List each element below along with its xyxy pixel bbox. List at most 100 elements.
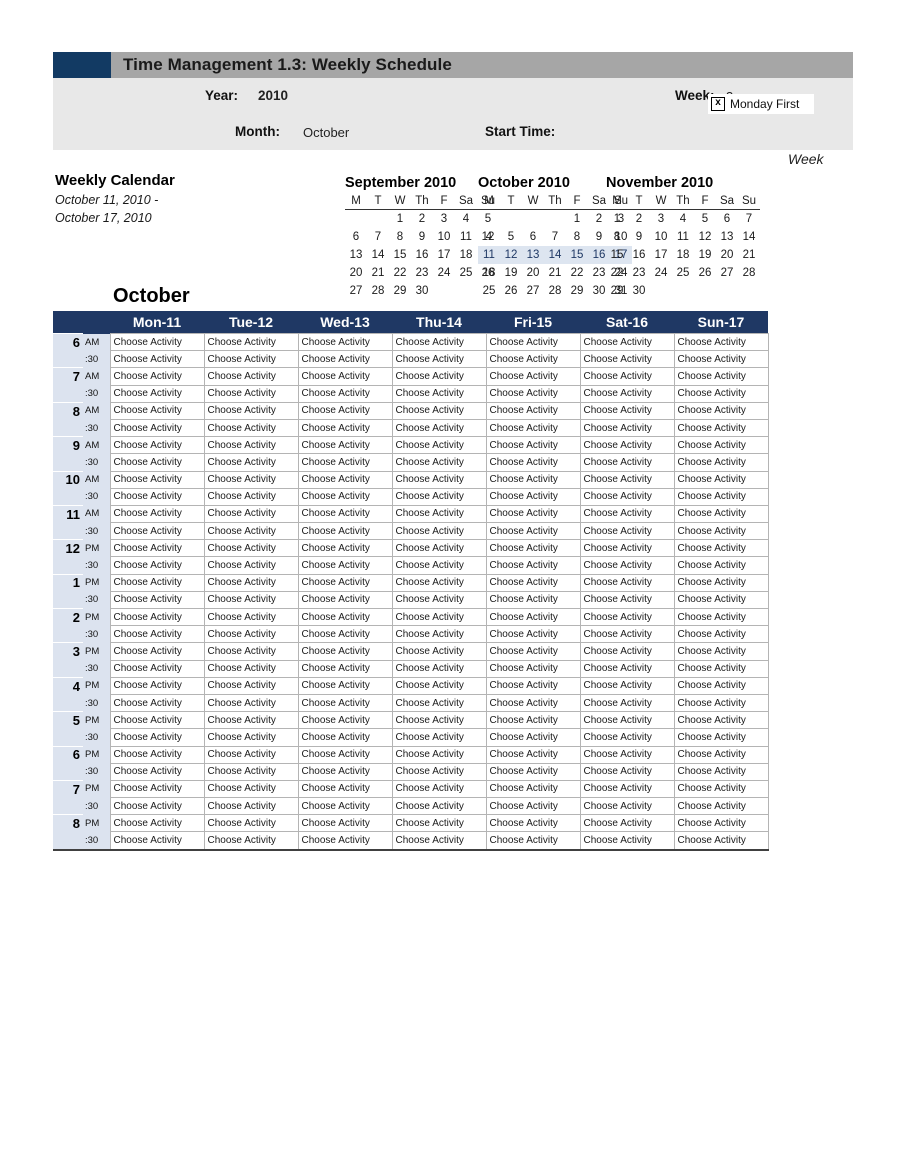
activity-cell[interactable]: Choose Activity xyxy=(485,779,581,799)
activity-cell[interactable]: Choose Activity xyxy=(579,711,675,730)
activity-cell[interactable]: Choose Activity xyxy=(673,556,769,575)
activity-cell[interactable]: Choose Activity xyxy=(203,607,299,627)
mini-calendar-day[interactable]: 16 xyxy=(628,246,650,264)
mini-calendar-day[interactable]: 12 xyxy=(694,228,716,246)
activity-cell[interactable]: Choose Activity xyxy=(391,504,487,524)
activity-cell[interactable]: Choose Activity xyxy=(673,728,769,747)
activity-cell[interactable]: Choose Activity xyxy=(485,487,581,506)
activity-cell[interactable]: Choose Activity xyxy=(203,797,299,816)
mini-calendar-day[interactable]: 9 xyxy=(411,228,433,246)
activity-cell[interactable]: Choose Activity xyxy=(391,470,487,489)
activity-cell[interactable]: Choose Activity xyxy=(297,814,393,833)
activity-cell[interactable]: Choose Activity xyxy=(203,539,299,558)
activity-cell[interactable]: Choose Activity xyxy=(109,453,205,472)
activity-cell[interactable]: Choose Activity xyxy=(109,539,205,558)
activity-cell[interactable]: Choose Activity xyxy=(203,814,299,833)
mini-calendar-day[interactable]: 2 xyxy=(411,210,433,229)
activity-cell[interactable]: Choose Activity xyxy=(203,693,299,713)
activity-cell[interactable]: Choose Activity xyxy=(485,436,581,455)
activity-cell[interactable]: Choose Activity xyxy=(673,504,769,524)
activity-cell[interactable]: Choose Activity xyxy=(297,436,393,455)
activity-cell[interactable]: Choose Activity xyxy=(391,779,487,799)
mini-calendar-day[interactable]: 29 xyxy=(566,282,588,300)
activity-cell[interactable]: Choose Activity xyxy=(485,659,581,678)
activity-cell[interactable]: Choose Activity xyxy=(485,693,581,713)
activity-cell[interactable]: Choose Activity xyxy=(485,453,581,472)
activity-cell[interactable]: Choose Activity xyxy=(579,590,675,610)
mini-calendar-day[interactable]: 20 xyxy=(345,264,367,282)
activity-cell[interactable]: Choose Activity xyxy=(297,504,393,524)
mini-calendar-day[interactable]: 4 xyxy=(478,228,500,246)
mini-calendar-day[interactable]: 19 xyxy=(500,264,522,282)
activity-cell[interactable]: Choose Activity xyxy=(391,745,487,764)
activity-cell[interactable]: Choose Activity xyxy=(203,522,299,541)
activity-cell[interactable]: Choose Activity xyxy=(109,831,205,851)
activity-cell[interactable]: Choose Activity xyxy=(109,418,205,438)
mini-calendar-day[interactable]: 3 xyxy=(650,210,672,229)
activity-cell[interactable]: Choose Activity xyxy=(203,487,299,506)
mini-calendar-day[interactable]: 29 xyxy=(389,282,411,300)
activity-cell[interactable]: Choose Activity xyxy=(579,642,675,661)
activity-cell[interactable]: Choose Activity xyxy=(579,350,675,369)
activity-cell[interactable]: Choose Activity xyxy=(579,762,675,781)
activity-cell[interactable]: Choose Activity xyxy=(579,779,675,799)
activity-cell[interactable]: Choose Activity xyxy=(297,831,393,851)
activity-cell[interactable]: Choose Activity xyxy=(579,831,675,851)
activity-cell[interactable]: Choose Activity xyxy=(391,693,487,713)
activity-cell[interactable]: Choose Activity xyxy=(109,590,205,610)
mini-calendar-day[interactable]: 13 xyxy=(345,246,367,264)
mini-calendar-day[interactable]: 9 xyxy=(628,228,650,246)
activity-cell[interactable]: Choose Activity xyxy=(485,556,581,575)
activity-cell[interactable]: Choose Activity xyxy=(673,436,769,455)
activity-cell[interactable]: Choose Activity xyxy=(297,556,393,575)
mini-calendar-day[interactable]: 27 xyxy=(522,282,544,300)
activity-cell[interactable]: Choose Activity xyxy=(673,401,769,420)
activity-cell[interactable]: Choose Activity xyxy=(203,745,299,764)
activity-cell[interactable]: Choose Activity xyxy=(391,573,487,592)
mini-calendar-day[interactable]: 25 xyxy=(478,282,500,300)
activity-cell[interactable]: Choose Activity xyxy=(579,728,675,747)
activity-cell[interactable]: Choose Activity xyxy=(485,418,581,438)
activity-cell[interactable]: Choose Activity xyxy=(485,522,581,541)
mini-calendar-day[interactable]: 17 xyxy=(433,246,455,264)
activity-cell[interactable]: Choose Activity xyxy=(203,350,299,369)
mini-calendar-day[interactable]: 8 xyxy=(566,228,588,246)
activity-cell[interactable]: Choose Activity xyxy=(579,573,675,592)
activity-cell[interactable]: Choose Activity xyxy=(109,625,205,644)
activity-cell[interactable]: Choose Activity xyxy=(579,607,675,627)
mini-calendar-day[interactable]: 11 xyxy=(672,228,694,246)
activity-cell[interactable]: Choose Activity xyxy=(203,384,299,403)
activity-cell[interactable]: Choose Activity xyxy=(485,470,581,489)
activity-cell[interactable]: Choose Activity xyxy=(391,607,487,627)
activity-cell[interactable]: Choose Activity xyxy=(297,401,393,420)
activity-cell[interactable]: Choose Activity xyxy=(391,522,487,541)
mini-calendar-day[interactable]: 17 xyxy=(650,246,672,264)
activity-cell[interactable]: Choose Activity xyxy=(579,487,675,506)
activity-cell[interactable]: Choose Activity xyxy=(673,711,769,730)
mini-calendar-day[interactable]: 7 xyxy=(738,210,760,229)
mini-calendar-day[interactable]: 23 xyxy=(628,264,650,282)
activity-cell[interactable]: Choose Activity xyxy=(673,350,769,369)
activity-cell[interactable]: Choose Activity xyxy=(579,418,675,438)
activity-cell[interactable]: Choose Activity xyxy=(203,642,299,661)
activity-cell[interactable]: Choose Activity xyxy=(297,470,393,489)
mini-calendar-day[interactable]: 23 xyxy=(411,264,433,282)
activity-cell[interactable]: Choose Activity xyxy=(485,504,581,524)
activity-cell[interactable]: Choose Activity xyxy=(297,332,393,352)
mini-calendar-day[interactable]: 14 xyxy=(738,228,760,246)
activity-cell[interactable]: Choose Activity xyxy=(109,350,205,369)
mini-calendar-day[interactable]: 6 xyxy=(716,210,738,229)
mini-calendar-day[interactable]: 21 xyxy=(367,264,389,282)
mini-calendar-day[interactable]: 10 xyxy=(433,228,455,246)
activity-cell[interactable]: Choose Activity xyxy=(297,693,393,713)
mini-calendar-day[interactable]: 22 xyxy=(389,264,411,282)
activity-cell[interactable]: Choose Activity xyxy=(297,384,393,403)
activity-cell[interactable]: Choose Activity xyxy=(579,556,675,575)
mini-calendar-day[interactable]: 15 xyxy=(389,246,411,264)
activity-cell[interactable]: Choose Activity xyxy=(203,573,299,592)
activity-cell[interactable]: Choose Activity xyxy=(297,418,393,438)
activity-cell[interactable]: Choose Activity xyxy=(109,659,205,678)
mini-calendar-day[interactable]: 4 xyxy=(455,210,477,229)
mini-calendar-day[interactable]: 28 xyxy=(544,282,566,300)
activity-cell[interactable]: Choose Activity xyxy=(203,436,299,455)
